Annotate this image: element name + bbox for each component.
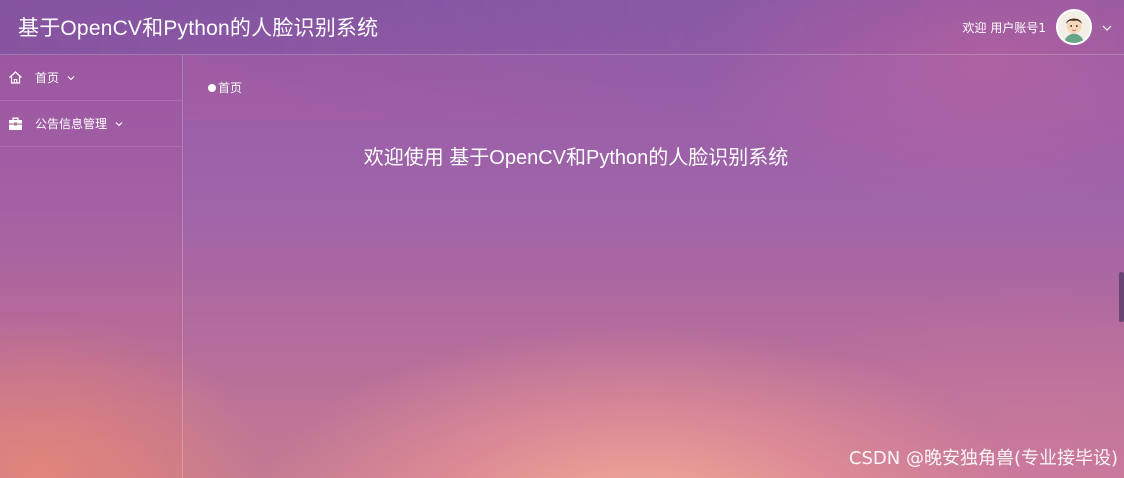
breadcrumb-current[interactable]: 首页 <box>218 79 242 96</box>
home-icon <box>8 70 23 85</box>
chevron-down-icon <box>114 119 124 129</box>
welcome-heading: 欢迎使用 基于OpenCV和Python的人脸识别系统 <box>363 147 789 169</box>
sidebar-item-home[interactable]: 首页 <box>0 55 182 101</box>
chevron-down-icon <box>66 73 76 83</box>
watermark: CSDN @晚安独角兽(专业接毕设) <box>848 448 1118 469</box>
user-avatar-icon[interactable] <box>1056 9 1092 45</box>
sidebar-item-label: 公告信息管理 <box>35 117 108 131</box>
briefcase-icon <box>8 116 23 131</box>
welcome-user-text: 欢迎 用户账号1 <box>962 20 1046 35</box>
scrollbar-thumb[interactable] <box>1119 272 1124 322</box>
sidebar-item-label: 首页 <box>35 71 60 85</box>
app-title: 基于OpenCV和Python的人脸识别系统 <box>18 17 379 40</box>
breadcrumb: 首页 <box>184 55 1124 120</box>
top-header: 基于OpenCV和Python的人脸识别系统 欢迎 用户账号1 <box>0 0 1124 55</box>
user-menu[interactable]: 欢迎 用户账号1 <box>963 9 1114 45</box>
chevron-down-icon[interactable] <box>1100 20 1114 34</box>
main-content: 首页 <box>184 55 1124 478</box>
breadcrumb-dot-icon <box>208 83 216 92</box>
sidebar: 首页 公告信息管理 <box>0 55 183 478</box>
